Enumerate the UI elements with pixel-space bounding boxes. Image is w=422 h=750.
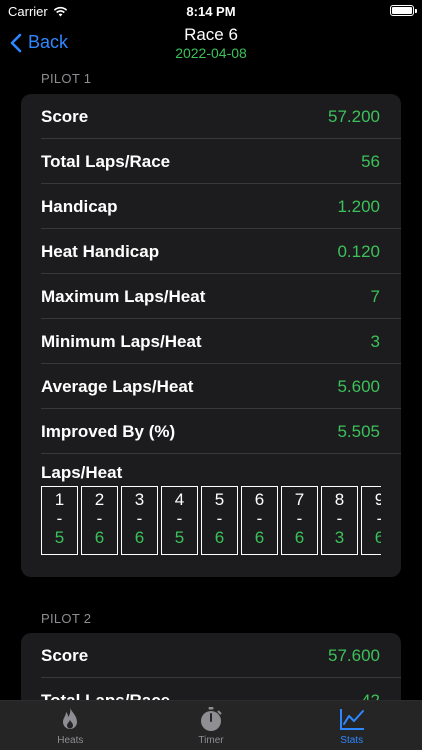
heat-separator: - — [296, 509, 303, 528]
chart-line-icon — [339, 709, 364, 730]
stats-scroll-view[interactable]: PILOT 1 Score 57.200 Total Laps/Race 56 … — [0, 66, 422, 700]
heat-number: 8 — [334, 490, 345, 509]
heat-laps: 6 — [294, 528, 305, 547]
pilot1-section-header: PILOT 1 — [41, 71, 92, 86]
page-subtitle-date: 2022-04-08 — [175, 45, 247, 61]
stat-label: Total Laps/Race — [41, 690, 171, 701]
battery-icon — [390, 5, 417, 16]
heat-cell: 6-6 — [241, 486, 278, 555]
heat-number: 6 — [254, 490, 265, 509]
heat-separator: - — [96, 509, 103, 528]
stat-label: Score — [41, 106, 89, 126]
stat-label: Maximum Laps/Heat — [41, 286, 206, 306]
heat-separator: - — [256, 509, 263, 528]
status-bar: Carrier 8:14 PM — [0, 0, 422, 24]
page-title: Race 6 — [184, 25, 238, 44]
stat-value: 3 — [370, 331, 380, 351]
flame-icon — [63, 707, 78, 729]
stat-label: Improved By (%) — [41, 421, 176, 441]
heat-laps: 6 — [134, 528, 145, 547]
tab-timer[interactable]: Timer — [141, 701, 282, 750]
heat-laps: 6 — [94, 528, 105, 547]
pilot2-stats-card: Score 57.600 Total Laps/Race 42 — [21, 633, 401, 700]
heat-cell: 4-5 — [161, 486, 198, 555]
stat-row-handicap: Handicap 1.200 — [21, 184, 401, 229]
heat-number: 4 — [174, 490, 185, 509]
stat-row-avg-laps: Average Laps/Heat 5.600 — [21, 364, 401, 409]
heat-cell: 7-6 — [281, 486, 318, 555]
heat-separator: - — [377, 510, 381, 528]
tab-heats[interactable]: Heats — [0, 701, 141, 750]
stopwatch-icon — [201, 707, 222, 731]
stat-value: 5.600 — [337, 376, 380, 396]
stat-value: 42 — [361, 690, 380, 701]
navigation-bar: Back Race 6 2022-04-08 — [0, 22, 422, 66]
tab-label: Timer — [198, 735, 224, 746]
heat-separator: - — [136, 509, 143, 528]
stat-label: Minimum Laps/Heat — [41, 331, 202, 351]
stat-label: Handicap — [41, 196, 118, 216]
stat-label: Average Laps/Heat — [41, 376, 194, 396]
tab-label: Stats — [340, 735, 364, 746]
heat-number: 9 — [374, 490, 381, 509]
stat-label: Score — [41, 645, 89, 665]
heat-separator: - — [56, 509, 63, 528]
heat-cell: 2-6 — [81, 486, 118, 555]
heat-separator: - — [336, 509, 343, 528]
heat-cell: 8-3 — [321, 486, 358, 555]
tab-stats[interactable]: Stats — [281, 701, 422, 750]
stat-row-total-laps: Total Laps/Race 56 — [21, 139, 401, 184]
heat-laps: 6 — [214, 528, 225, 547]
stat-label: Heat Handicap — [41, 241, 160, 261]
stat-value: 0.120 — [337, 241, 380, 261]
stat-row-heat-handicap: Heat Handicap 0.120 — [21, 229, 401, 274]
heat-cell: 9-6 — [361, 486, 381, 555]
stat-row-score: Score 57.200 — [21, 94, 401, 139]
stat-row-min-laps: Minimum Laps/Heat 3 — [21, 319, 401, 364]
stat-row-score: Score 57.600 — [21, 633, 401, 678]
laps-per-heat-title: Laps/Heat — [41, 463, 123, 482]
heat-number: 2 — [94, 490, 105, 509]
stat-value: 7 — [370, 286, 380, 306]
heat-number: 7 — [294, 490, 305, 509]
heat-separator: - — [176, 509, 183, 528]
stat-label: Total Laps/Race — [41, 151, 171, 171]
heat-cell: 5-6 — [201, 486, 238, 555]
heat-number: 3 — [134, 490, 145, 509]
stat-value: 1.200 — [337, 196, 380, 216]
stat-row-max-laps: Maximum Laps/Heat 7 — [21, 274, 401, 319]
laps-per-heat-scroller[interactable]: 1-5 2-6 3-6 4-5 5-6 6-6 7-6 8-3 9-6 — [41, 486, 381, 556]
pilot1-stats-card: Score 57.200 Total Laps/Race 56 Handicap… — [21, 94, 401, 577]
heat-laps: 3 — [334, 528, 345, 547]
status-time: 8:14 PM — [186, 4, 236, 19]
heat-cell: 1-5 — [41, 486, 78, 555]
heat-number: 5 — [214, 490, 225, 509]
stat-row-total-laps: Total Laps/Race 42 — [21, 678, 401, 701]
tab-bar: Heats Timer Stats — [0, 700, 422, 750]
heat-number: 1 — [54, 490, 65, 509]
tab-label: Heats — [57, 735, 84, 746]
pilot2-section-header: PILOT 2 — [41, 611, 92, 626]
heat-cell: 3-6 — [121, 486, 158, 555]
stat-value: 57.600 — [328, 645, 380, 665]
heat-laps: 5 — [54, 528, 65, 547]
heat-separator: - — [216, 509, 223, 528]
heat-laps: 5 — [174, 528, 185, 547]
stat-value: 57.200 — [328, 106, 380, 126]
stat-value: 56 — [361, 151, 380, 171]
stat-value: 5.505 — [337, 421, 380, 441]
heat-laps: 6 — [254, 528, 265, 547]
stat-row-improved-by: Improved By (%) 5.505 — [21, 409, 401, 454]
heat-laps: 6 — [374, 528, 381, 547]
